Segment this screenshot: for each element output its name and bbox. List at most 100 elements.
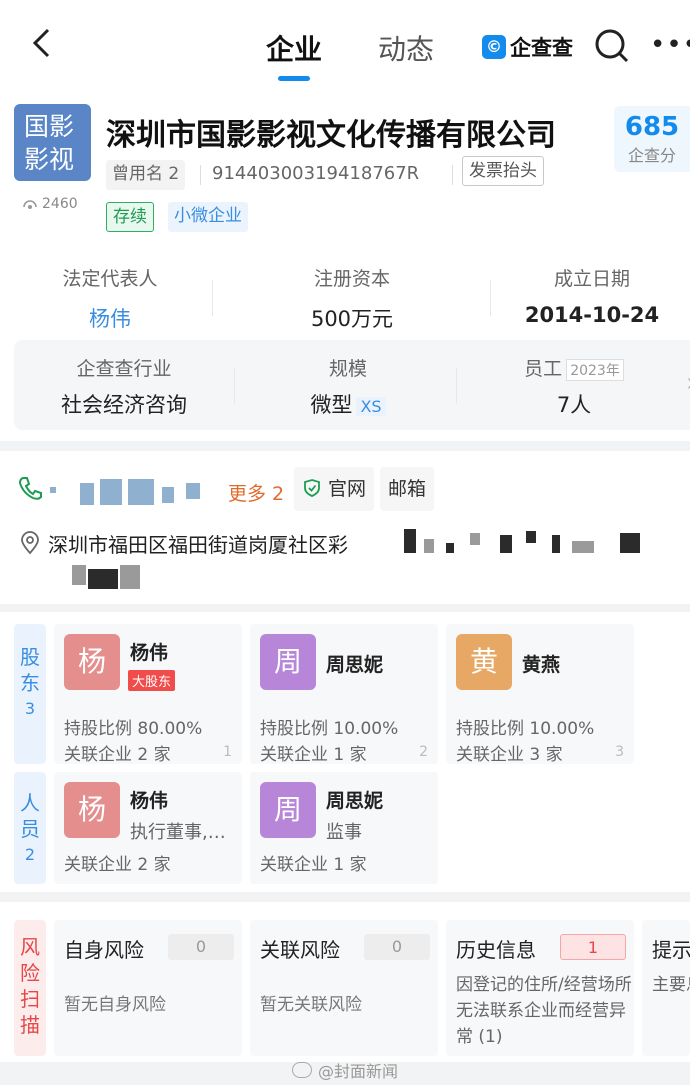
founded-label: 成立日期 (553, 268, 630, 290)
company-logo-line2: 影视 (24, 145, 75, 174)
blurred-address (470, 533, 480, 545)
more-options-icon[interactable]: ••• (650, 30, 690, 60)
card-index: 2 (419, 744, 428, 760)
person-role: 监事 (326, 822, 362, 843)
self-risk-card[interactable]: 自身风险 0 暂无自身风险 (54, 920, 242, 1056)
qcc-score-label: 企查分 (627, 146, 676, 165)
tab-company[interactable]: 企业 (266, 28, 322, 68)
blurred-address (88, 569, 118, 589)
personnel-label[interactable]: 人 员 2 (14, 772, 46, 884)
industry-label: 企查查行业 (76, 358, 172, 380)
company-card: 国影 影视 2460 深圳市国影影视文化传播有限公司 685 企查分 曾用名 2… (0, 86, 690, 441)
company-name: 深圳市国影影视文化传播有限公司 (106, 118, 556, 153)
personnel-label-char: 人 (20, 791, 40, 815)
related-companies[interactable]: 关联企业 2 家 (64, 740, 171, 765)
blurred-phone (100, 479, 122, 505)
qcc-logo[interactable]: © 企查查 (482, 32, 573, 62)
watermark-text: @封面新闻 (318, 1062, 399, 1081)
history-info-card[interactable]: 历史信息 1 因登记的住所/经营场所无法联系企业而经营异常 (1) (446, 920, 634, 1056)
major-shareholder-badge: 大股东 (128, 670, 176, 691)
blurred-address (404, 529, 416, 553)
shareholders-label-char: 东 (20, 671, 40, 695)
founded-cell: 成立日期 2014-10-24 (510, 264, 674, 327)
legal-rep-cell[interactable]: 法定代表人 杨伟 (30, 264, 190, 333)
risk-label-char: 扫 (20, 987, 40, 1011)
industry-cell: 企查查行业 社会经济咨询 (34, 354, 214, 419)
view-count: 2460 (22, 196, 78, 212)
shareholder-name[interactable]: 杨伟 (130, 638, 168, 665)
back-arrow-icon[interactable] (26, 26, 60, 60)
hint-card[interactable]: 提示 主要息 (3 (642, 920, 690, 1056)
share-ratio: 持股比例 10.00% (260, 719, 399, 739)
blurred-address (620, 533, 640, 553)
related-companies[interactable]: 关联企业 1 家 (260, 850, 367, 875)
divider (452, 165, 453, 185)
risk-desc: 暂无关联风险 (260, 995, 362, 1015)
qcc-logo-text: 企查查 (510, 36, 573, 60)
company-logo-line1: 国影 (24, 112, 75, 141)
risk-title: 自身风险 (64, 938, 144, 962)
legal-rep-value[interactable]: 杨伟 (30, 303, 190, 333)
former-names-tag[interactable]: 曾用名 2 (106, 160, 186, 190)
shield-icon (304, 479, 320, 497)
tab-active-indicator (278, 76, 310, 81)
scale-badge: XS (356, 396, 386, 416)
risk-scan-label[interactable]: 风 险 扫 描 (14, 920, 46, 1056)
share-ratio: 持股比例 80.00% (64, 719, 203, 739)
blurred-address (552, 535, 560, 553)
related-companies[interactable]: 关联企业 1 家 (260, 740, 367, 765)
scale-value-wrap: 微型 XS (268, 389, 428, 419)
related-companies[interactable]: 关联企业 3 家 (456, 740, 563, 765)
location-pin-icon (21, 531, 39, 555)
tab-dynamic[interactable]: 动态 (378, 28, 434, 68)
search-icon[interactable] (594, 28, 630, 64)
shareholder-name[interactable]: 周思妮 (326, 650, 383, 677)
shareholders-count: 3 (24, 699, 36, 718)
blurred-address (120, 565, 140, 589)
industry-info-row[interactable]: 企查查行业 社会经济咨询 规模 微型XS 员工2023年 7人 › (14, 340, 690, 430)
invoice-header-button[interactable]: 发票抬头 (462, 156, 544, 186)
risk-count: 0 (168, 934, 234, 960)
avatar: 周 (260, 634, 316, 690)
risk-scan-section: 风 险 扫 描 自身风险 0 暂无自身风险 关联风险 0 暂无关联风险 历史信息… (0, 902, 690, 1062)
staff-year-badge: 2023年 (566, 358, 624, 381)
shareholder-name[interactable]: 黄燕 (522, 650, 560, 677)
status-badge: 存续 (106, 202, 154, 232)
risk-count: 0 (364, 934, 430, 960)
shareholders-label[interactable]: 股 东 3 (14, 624, 46, 764)
qcc-logo-icon: © (482, 35, 506, 59)
more-phones-link[interactable]: 更多 2 (228, 479, 284, 506)
risk-desc: 暂无自身风险 (64, 995, 166, 1015)
industry-value: 社会经济咨询 (61, 393, 187, 417)
shareholder-card[interactable]: 周 周思妮 持股比例 10.00% 关联企业 1 家 2 (250, 624, 438, 765)
address-text[interactable]: 深圳市福田区福田街道岗厦社区彩 (48, 529, 348, 558)
chevron-right-icon[interactable]: › (686, 368, 690, 398)
divider (212, 280, 213, 316)
website-button[interactable]: 官网 (294, 467, 375, 511)
qcc-score[interactable]: 685 企查分 (614, 106, 690, 172)
staff-label-wrap: 员工 2023年 (484, 354, 664, 381)
personnel-card[interactable]: 杨 杨伟 执行董事,… 关联企业 2 家 (54, 772, 242, 884)
shareholder-card[interactable]: 黄 黄燕 持股比例 10.00% 关联企业 3 家 3 (446, 624, 634, 765)
people-section: 股 东 3 杨 杨伟 大股东 持股比例 80.00% 关联企业 2 家 1 周 … (0, 612, 690, 892)
related-risk-card[interactable]: 关联风险 0 暂无关联风险 (250, 920, 438, 1056)
size-badge[interactable]: 小微企业 (168, 202, 248, 232)
avatar: 周 (260, 782, 316, 838)
person-name[interactable]: 杨伟 (130, 786, 168, 813)
blurred-phone (186, 483, 200, 499)
personnel-card[interactable]: 周 周思妮 监事 关联企业 1 家 (250, 772, 438, 884)
divider (234, 368, 235, 404)
personnel-label-char: 员 (20, 817, 40, 841)
share-ratio: 持股比例 10.00% (456, 719, 595, 739)
blurred-address (424, 539, 434, 553)
shareholder-card[interactable]: 杨 杨伟 大股东 持股比例 80.00% 关联企业 2 家 1 (54, 624, 242, 765)
scale-value: 微型 (310, 393, 353, 417)
credit-code[interactable]: 91440300319418767R (206, 160, 425, 190)
blurred-address (500, 535, 512, 553)
blurred-address (526, 531, 536, 543)
related-companies[interactable]: 关联企业 2 家 (64, 850, 171, 875)
phone-icon[interactable] (18, 475, 42, 501)
email-button[interactable]: 邮箱 (380, 467, 435, 511)
person-name[interactable]: 周思妮 (326, 786, 383, 813)
capital-value: 500万元 (310, 307, 394, 331)
